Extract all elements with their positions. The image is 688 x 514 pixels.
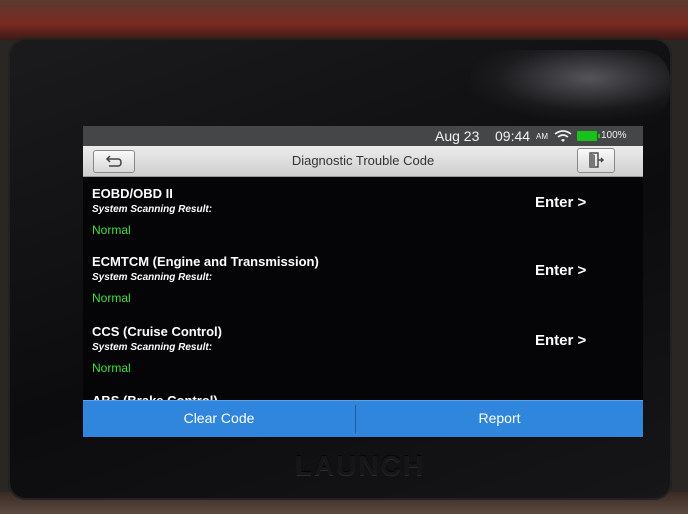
enter-button[interactable]: Enter > xyxy=(535,194,586,211)
system-name: CCS (Cruise Control) xyxy=(92,324,222,339)
report-button[interactable]: Report xyxy=(356,401,643,437)
system-name: EOBD/OBD II xyxy=(92,186,173,201)
action-bar: Clear Code Report xyxy=(83,400,643,437)
scan-result-label: System Scanning Result: xyxy=(92,204,213,215)
scan-result-label: System Scanning Result: xyxy=(92,342,213,353)
status-bar: Aug 23 09:44 AM 100% xyxy=(83,126,643,146)
system-row-ecmtcm: ECMTCM (Engine and Transmission) System … xyxy=(83,245,643,315)
battery-icon xyxy=(577,131,600,141)
screen-glare xyxy=(470,50,670,120)
status-date: Aug 23 xyxy=(435,128,480,144)
enter-button[interactable]: Enter > xyxy=(535,332,586,349)
battery-percentage: 100% xyxy=(601,130,627,141)
photo-background-top xyxy=(0,0,688,40)
system-list: EOBD/OBD II System Scanning Result: Norm… xyxy=(83,177,643,407)
page-title: Diagnostic Trouble Code xyxy=(291,153,435,168)
system-row-ccs: CCS (Cruise Control) System Scanning Res… xyxy=(83,315,643,385)
exit-icon xyxy=(589,152,604,168)
scan-status: Normal xyxy=(92,361,131,375)
exit-button[interactable] xyxy=(577,148,615,173)
title-bar: Diagnostic Trouble Code xyxy=(83,146,643,177)
device-screen: Aug 23 09:44 AM 100% Diagnostic Trouble … xyxy=(83,126,643,438)
scan-status: Normal xyxy=(92,291,131,305)
enter-button[interactable]: Enter > xyxy=(535,262,586,279)
scan-status: Normal xyxy=(92,223,131,237)
scan-result-label: System Scanning Result: xyxy=(92,272,213,283)
system-row-eobd: EOBD/OBD II System Scanning Result: Norm… xyxy=(83,177,643,247)
launch-logo: LAUNCH xyxy=(294,450,426,481)
system-name: ECMTCM (Engine and Transmission) xyxy=(92,254,319,269)
clear-code-button[interactable]: Clear Code xyxy=(83,401,355,437)
status-ampm: AM xyxy=(536,132,548,141)
wifi-icon xyxy=(554,130,572,142)
status-time: 09:44 xyxy=(495,128,531,144)
